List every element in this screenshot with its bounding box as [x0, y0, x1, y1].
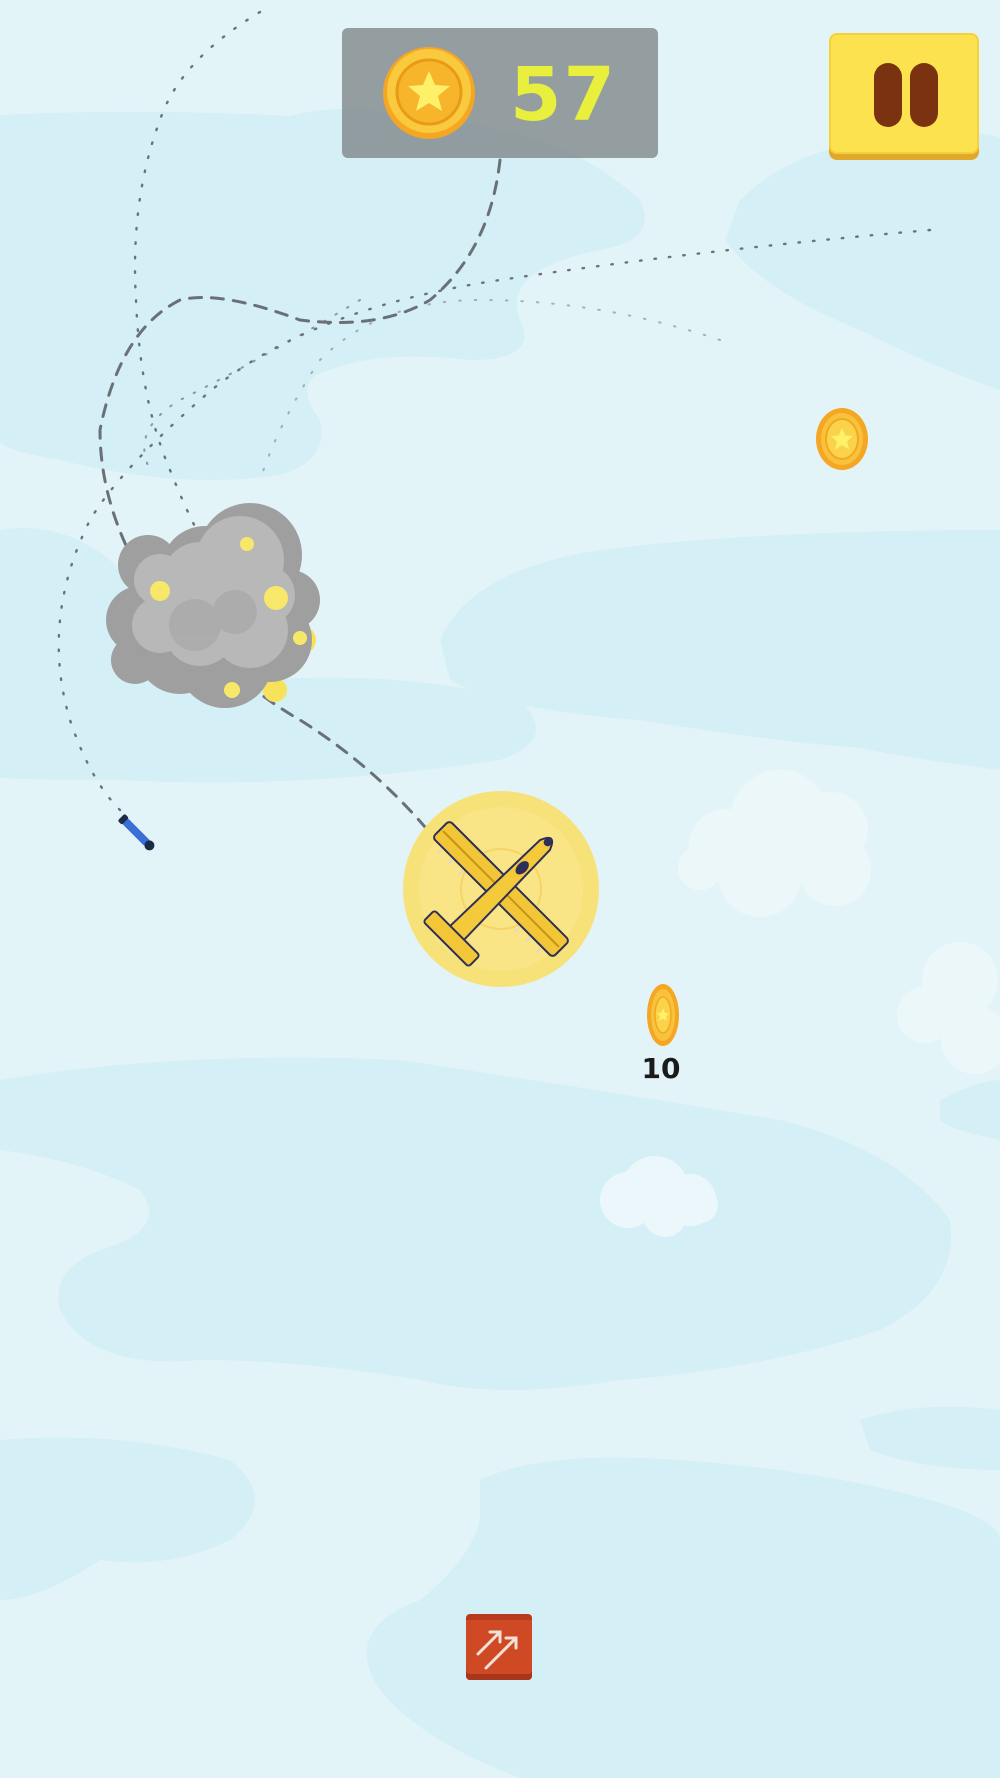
pause-bar-left — [874, 63, 902, 127]
game-scene — [0, 0, 1000, 1778]
boost-crate[interactable] — [466, 1614, 532, 1680]
reward-coin — [647, 984, 679, 1046]
coin-reward-label: 10 — [641, 1052, 681, 1085]
pause-button[interactable] — [829, 33, 979, 154]
coin-pickup — [816, 408, 868, 470]
coin-counter: 57 — [342, 28, 658, 158]
double-arrow-boost-icon — [476, 1630, 518, 1670]
star-coin-icon — [383, 47, 475, 139]
pause-bar-right — [910, 63, 938, 127]
coin-count: 57 — [510, 52, 617, 138]
